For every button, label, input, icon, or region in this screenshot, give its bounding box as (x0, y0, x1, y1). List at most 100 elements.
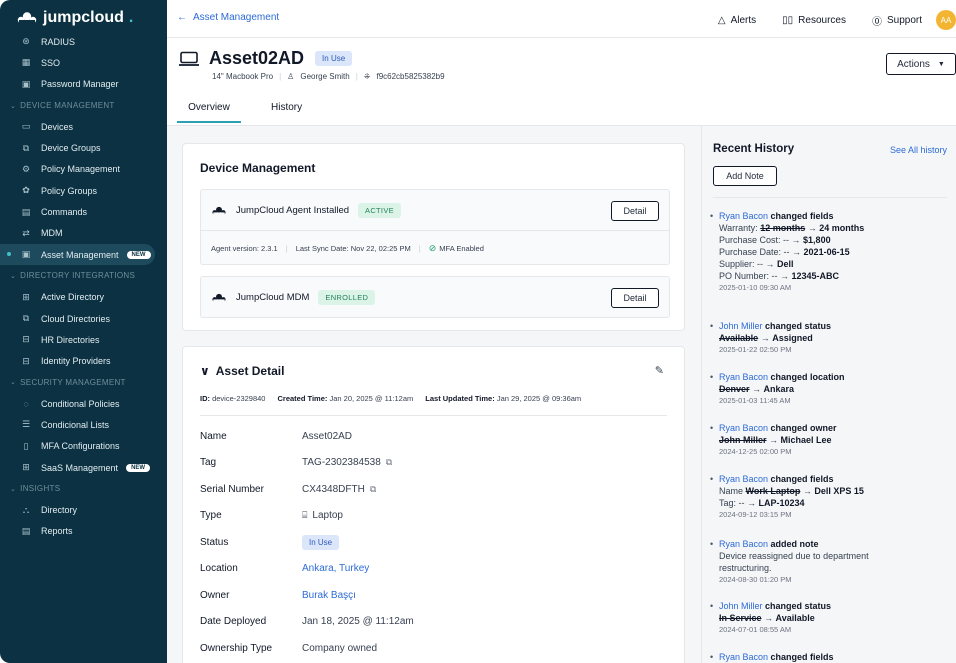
help-circle-icon: ⓪ (871, 16, 882, 28)
actions-button[interactable]: Actions ▼ (886, 53, 956, 75)
directory-icon: ⛬ (22, 504, 30, 515)
history-timestamp: 2025-01-10 09:30 AM (719, 283, 792, 292)
history-user-link[interactable]: John Miller (719, 321, 763, 331)
sidebar-item-mdm[interactable]: ⇄ MDM (0, 223, 167, 244)
sidebar-item-mfa-configurations[interactable]: ▯ MFA Configurations (0, 436, 167, 457)
support-button[interactable]: ⓪ Support (872, 13, 922, 28)
updated-label: Last Updated Time: (425, 394, 495, 403)
change-field: Warranty: (719, 223, 758, 233)
alerts-button[interactable]: △ Alerts (718, 15, 756, 26)
terminal-icon: ▤ (21, 206, 31, 217)
sidebar-item-conditional-lists[interactable]: ☰ Condicional Lists (0, 414, 167, 435)
sidebar-item-label: MDM (41, 228, 63, 239)
location-link[interactable]: Ankara, Turkey (302, 563, 369, 574)
resources-button[interactable]: ▯▯ Resources (782, 15, 846, 26)
change-field: Purchase Date: -- (719, 247, 790, 257)
sidebar-item-asset-management[interactable]: ▣ Asset Management NEW (0, 243, 155, 266)
section-title: INSIGHTS (20, 484, 61, 494)
history-user-link[interactable]: Ryan Bacon (719, 474, 768, 484)
separator: | (355, 72, 358, 81)
asset-detail-card: ∨ Asset Detail ✎ ID: device-2329840 Crea… (182, 346, 685, 663)
add-note-button[interactable]: Add Note (713, 166, 777, 186)
history-user-link[interactable]: Ryan Bacon (719, 539, 768, 549)
owner-link[interactable]: Burak Başçı (302, 590, 356, 601)
sidebar-item-saas-management[interactable]: ⊞ SaaS Management NEW (0, 457, 167, 478)
field-name: Name Asset02AD (200, 423, 352, 450)
history-entry: • Ryan Bacon changed fields (710, 651, 949, 663)
history-user-link[interactable]: Ryan Bacon (719, 423, 768, 433)
card-title: Asset Detail (215, 364, 285, 378)
sidebar-item-devices[interactable]: ▭ Devices (0, 116, 167, 137)
sidebar-item-sso[interactable]: ▦ SSO (0, 52, 167, 73)
agent-detail-button[interactable]: Detail (611, 201, 659, 221)
sidebar-item-label: Identity Providers (41, 356, 111, 367)
section-title: DIRECTORY INTEGRATIONS (20, 271, 136, 281)
history-entry: • Ryan Bacon changed owner John Miller →… (710, 422, 949, 458)
new-value: Assigned (772, 333, 813, 343)
section-insights[interactable]: ⌄ INSIGHTS (0, 478, 167, 499)
sidebar-item-commands[interactable]: ▤ Commands (0, 201, 167, 222)
sidebar-item-hr-directories[interactable]: ⊟ HR Directories (0, 329, 167, 350)
sidebar-item-radius[interactable]: ⊛ RADIUS (0, 31, 167, 52)
field-value: Asset02AD (302, 430, 353, 442)
sidebar-item-identity-providers[interactable]: ⊟ Identity Providers (0, 350, 167, 371)
field-label: Type (200, 510, 222, 522)
old-value: Available (719, 333, 759, 343)
divider (200, 415, 667, 416)
separator: | (285, 244, 288, 253)
recent-history-panel: Recent History See All history Add Note … (701, 126, 956, 663)
tab-history[interactable]: History (271, 102, 302, 123)
asset-header: Asset02AD In Use 14" Macbook Pro | ♙ Geo… (167, 38, 956, 126)
reports-icon: ▤ (21, 525, 31, 536)
sidebar-item-reports[interactable]: ▤ Reports (0, 521, 167, 542)
field-label: Location (200, 563, 238, 575)
field-label: Ownership Type (200, 642, 273, 654)
history-action: changed fields (770, 211, 834, 221)
brand-suffix: . (128, 9, 134, 26)
sidebar: jumpcloud. ⊛ RADIUS ▦ SSO ▣ Password Manage… (0, 0, 167, 663)
new-value: Available (775, 613, 815, 623)
sidebar-item-active-directory[interactable]: ⊞ Active Directory (0, 287, 167, 308)
sidebar-item-policy-groups[interactable]: ✿ Policy Groups (0, 180, 167, 201)
card-title: Device Management (200, 161, 316, 175)
tab-overview[interactable]: Overview (177, 102, 241, 123)
bullet-icon: • (710, 321, 714, 331)
new-value: 24 months (819, 223, 865, 233)
history-timestamp: 2024-07-01 08:55 AM (719, 625, 792, 634)
change-field: Purchase Cost: -- (719, 235, 790, 245)
bullet-icon: • (710, 211, 714, 221)
field-label: Name (200, 430, 227, 442)
sidebar-item-policy-management[interactable]: ⚙ Policy Management (0, 159, 167, 180)
mdm-detail-button[interactable]: Detail (611, 288, 659, 308)
sidebar-item-conditional-policies[interactable]: ◌ Conditional Policies (0, 393, 167, 414)
sync-label: Last Sync Date: (295, 244, 349, 253)
radius-icon: ⊛ (22, 36, 30, 47)
see-all-history-link[interactable]: See All history (890, 145, 947, 155)
new-value: $1,800 (803, 235, 831, 245)
sidebar-item-cloud-directories[interactable]: ⧉ Cloud Directories (0, 308, 167, 329)
section-directory-integrations[interactable]: ⌄ DIRECTORY INTEGRATIONS (0, 265, 167, 286)
history-entry: • John Miller changed status Available →… (710, 320, 949, 356)
mfa-icon: ▯ (23, 440, 29, 451)
asset-detail-header[interactable]: ∨ Asset Detail (200, 364, 284, 378)
sidebar-item-password-manager[interactable]: ▣ Password Manager (0, 74, 167, 95)
copy-icon[interactable]: ⧉ (386, 457, 392, 468)
history-user-link[interactable]: Ryan Bacon (719, 211, 768, 221)
avatar[interactable]: AA (936, 10, 956, 30)
history-user-link[interactable]: Ryan Bacon (719, 652, 768, 662)
resources-label: Resources (798, 14, 846, 26)
jumpcloud-logo[interactable]: jumpcloud. (0, 0, 167, 30)
field-ownership-type: Ownership Type Company owned (200, 635, 377, 662)
edit-pencil-icon[interactable]: ✎ (655, 364, 664, 377)
section-security-management[interactable]: ⌄ SECURITY MANAGEMENT (0, 372, 167, 393)
sidebar-item-device-groups[interactable]: ⧉ Device Groups (0, 137, 167, 158)
sidebar-item-directory[interactable]: ⛬ Directory (0, 500, 167, 521)
agent-meta: Agent version: 2.3.1 | Last Sync Date: N… (211, 243, 484, 254)
change-field: Supplier: -- (719, 259, 764, 269)
back-link[interactable]: ← Asset Management (177, 12, 279, 23)
section-device-management[interactable]: ⌄ DEVICE MANAGEMENT (0, 95, 167, 116)
copy-icon[interactable]: ⧉ (370, 484, 376, 495)
history-user-link[interactable]: John Miller (719, 601, 763, 611)
history-user-link[interactable]: Ryan Bacon (719, 372, 768, 382)
policy-group-icon: ✿ (22, 185, 30, 196)
